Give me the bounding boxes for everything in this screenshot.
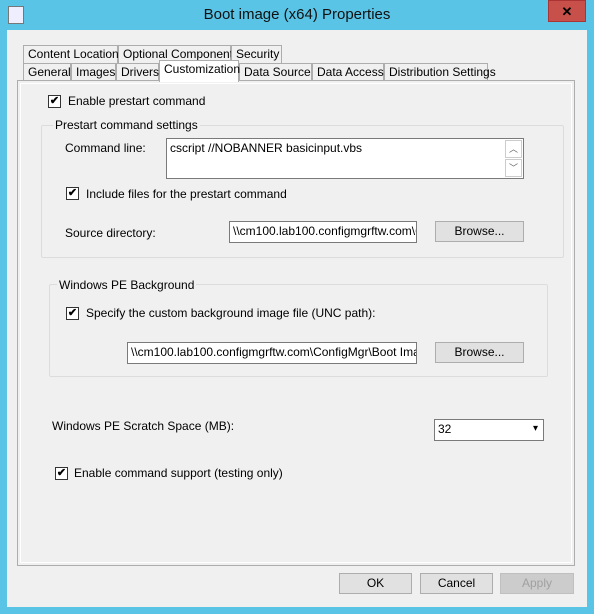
browse-background-button[interactable]: Browse... bbox=[435, 342, 524, 363]
close-icon: ✕ bbox=[561, 4, 573, 19]
scroll-down-button[interactable]: ﹀ bbox=[505, 159, 522, 177]
source-directory-input[interactable]: \\cm100.lab100.configmgrftw.com\Co bbox=[229, 221, 417, 243]
tab-data-source[interactable]: Data Source bbox=[239, 63, 312, 81]
window-title: Boot image (x64) Properties bbox=[203, 6, 391, 23]
tab-general[interactable]: General bbox=[23, 63, 71, 81]
scratch-space-label: Windows PE Scratch Space (MB): bbox=[52, 419, 235, 433]
command-support-checkbox[interactable]: ✔ bbox=[55, 467, 68, 480]
command-line-textarea[interactable]: cscript //NOBANNER basicinput.vbs bbox=[166, 138, 524, 179]
custom-background-label: Specify the custom background image file… bbox=[86, 306, 376, 320]
scratch-space-select[interactable]: 32 ▾ bbox=[434, 419, 544, 441]
custom-background-checkbox[interactable]: ✔ bbox=[66, 307, 79, 320]
enable-prestart-checkbox[interactable]: ✔ bbox=[48, 95, 61, 108]
tab-content-locations[interactable]: Content Locations bbox=[23, 45, 125, 63]
ok-button[interactable]: OK bbox=[339, 573, 412, 594]
tab-drivers[interactable]: Drivers bbox=[116, 63, 159, 81]
command-line-label: Command line: bbox=[65, 141, 146, 155]
background-path-value: \\cm100.lab100.configmgrftw.com\ConfigMg… bbox=[131, 345, 417, 359]
background-path-input[interactable]: \\cm100.lab100.configmgrftw.com\ConfigMg… bbox=[127, 342, 417, 364]
close-button[interactable]: ✕ bbox=[548, 0, 586, 22]
apply-button[interactable]: Apply bbox=[500, 573, 574, 594]
scroll-up-button[interactable]: ︿ bbox=[505, 140, 522, 158]
command-line-value: cscript //NOBANNER basicinput.vbs bbox=[170, 141, 363, 155]
scratch-space-value: 32 bbox=[438, 422, 452, 436]
background-group-title: Windows PE Background bbox=[57, 278, 197, 292]
enable-prestart-label: Enable prestart command bbox=[68, 94, 206, 108]
tab-distribution-settings[interactable]: Distribution Settings bbox=[384, 63, 496, 81]
cancel-button[interactable]: Cancel bbox=[420, 573, 493, 594]
source-directory-label: Source directory: bbox=[65, 226, 156, 240]
tab-images[interactable]: Images bbox=[71, 63, 116, 81]
source-directory-value: \\cm100.lab100.configmgrftw.com\Co bbox=[233, 224, 417, 238]
browse-source-button[interactable]: Browse... bbox=[435, 221, 524, 242]
tab-data-access[interactable]: Data Access bbox=[312, 63, 384, 81]
command-support-label: Enable command support (testing only) bbox=[74, 466, 283, 480]
include-files-checkbox[interactable]: ✔ bbox=[66, 187, 79, 200]
tab-customization[interactable]: Customization bbox=[159, 60, 240, 82]
prestart-group-title: Prestart command settings bbox=[53, 118, 200, 132]
chevron-down-icon: ▾ bbox=[532, 423, 538, 434]
include-files-label: Include files for the prestart command bbox=[86, 187, 287, 201]
